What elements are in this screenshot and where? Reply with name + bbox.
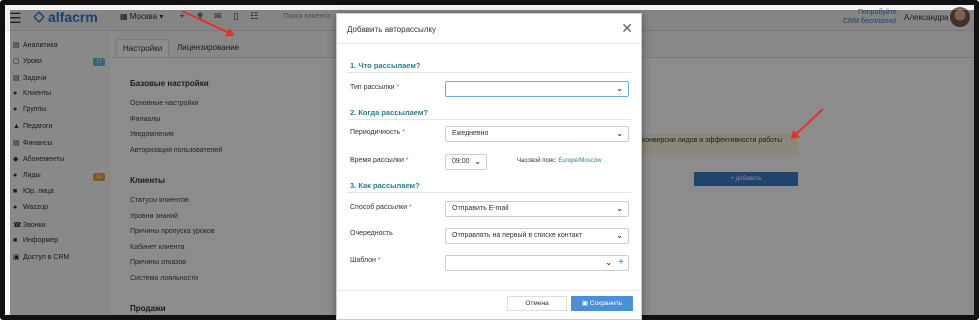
- cancel-button[interactable]: Отмена: [507, 296, 567, 311]
- divider: [347, 192, 631, 193]
- send-method-label: Способ рассылки *: [350, 204, 412, 211]
- chevron-down-icon: ⌄: [616, 84, 623, 93]
- periodicity-value: Ежедневно: [452, 130, 489, 137]
- save-button-label: Сохранить: [589, 300, 623, 307]
- chevron-down-icon: ⌄: [474, 157, 481, 166]
- periodicity-select[interactable]: Ежедневно ⌄: [445, 126, 629, 142]
- add-mailing-modal: Добавить авторассылку ✕ 1. Что рассылаем…: [336, 13, 642, 320]
- mailing-type-select[interactable]: ⌄: [445, 81, 629, 97]
- step-when-title: 2. Когда рассылаем?: [350, 108, 428, 117]
- divider: [347, 119, 631, 120]
- modal-title: Добавить авторассылку: [347, 25, 437, 34]
- send-time-select[interactable]: 09:00 ⌄: [445, 154, 487, 170]
- save-button[interactable]: ▣ Сохранить: [571, 296, 633, 311]
- timezone-link[interactable]: Europe/Moscow: [558, 158, 601, 164]
- send-time-value: 09:00: [452, 158, 470, 165]
- mailing-type-label: Тип рассылки *: [350, 84, 400, 91]
- step-what-title: 1. Что рассылаем?: [350, 61, 421, 70]
- template-select[interactable]: ⌄ +: [445, 255, 629, 271]
- send-method-value: Отправить E-mail: [452, 205, 509, 212]
- save-icon: ▣: [581, 300, 589, 307]
- chevron-down-icon: ⌄: [616, 231, 623, 240]
- chevron-down-icon: ⌄: [605, 258, 612, 267]
- close-icon[interactable]: ✕: [621, 20, 633, 37]
- send-time-label: Время рассылки *: [350, 157, 409, 164]
- modal-footer: Отмена ▣ Сохранить: [337, 290, 641, 320]
- add-template-icon[interactable]: +: [618, 257, 624, 268]
- step-how-title: 3. Как рассылаем?: [350, 181, 420, 190]
- chevron-down-icon: ⌄: [616, 204, 623, 213]
- template-label: Шаблон *: [350, 257, 381, 264]
- chevron-down-icon: ⌄: [616, 129, 623, 138]
- order-label: Очередность: [350, 230, 393, 237]
- modal-header: Добавить авторассылку ✕: [337, 14, 641, 44]
- send-method-select[interactable]: Отправить E-mail ⌄: [445, 201, 629, 217]
- timezone-label: Часовой пояс:: [517, 158, 557, 164]
- order-select[interactable]: Отправлять на первый в списке контакт ⌄: [445, 228, 629, 244]
- order-value: Отправлять на первый в списке контакт: [452, 232, 582, 239]
- divider: [347, 72, 631, 73]
- periodicity-label: Периодичность *: [350, 129, 405, 136]
- timezone-info: Часовой пояс: Europe/Moscow: [517, 158, 601, 164]
